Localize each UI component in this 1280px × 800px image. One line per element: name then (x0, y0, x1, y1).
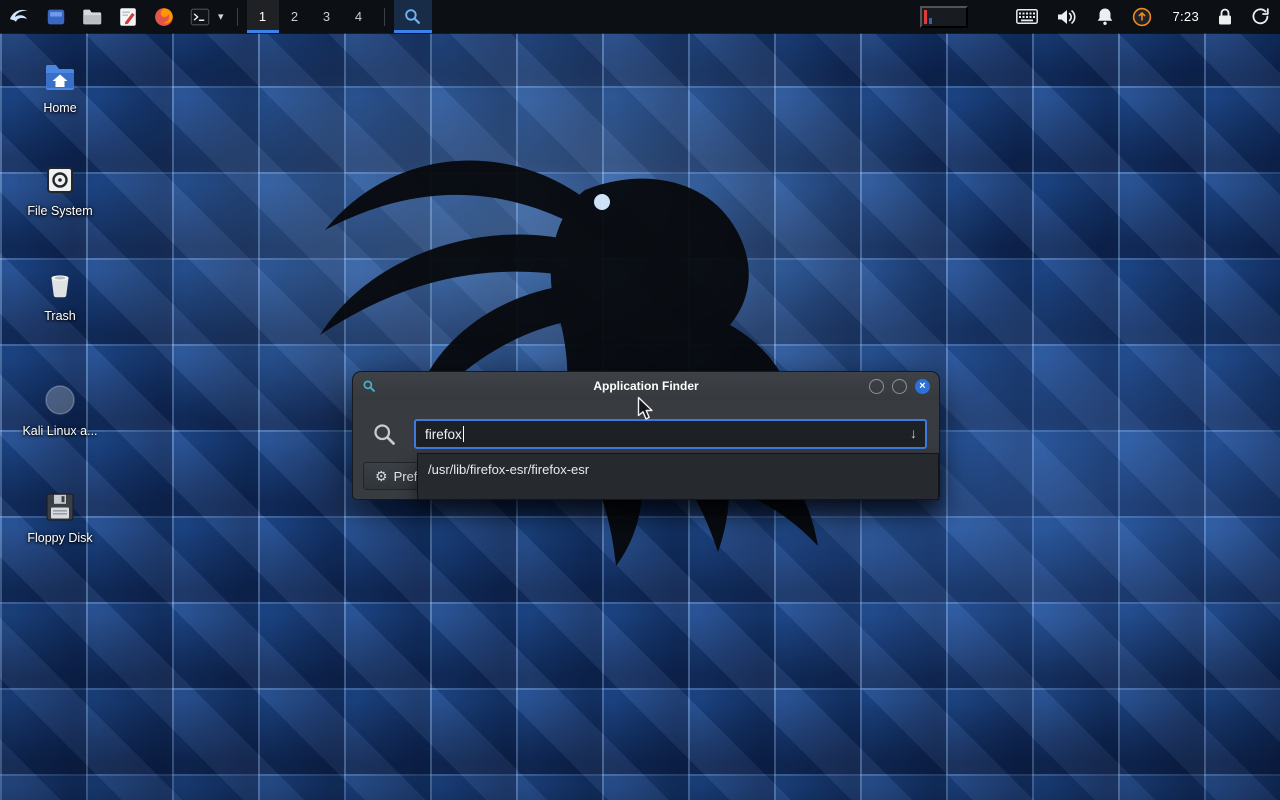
window-title: Application Finder (353, 379, 939, 393)
window-app-finder-icon (362, 379, 376, 393)
firefox-launcher[interactable] (146, 0, 182, 33)
lock-icon (1217, 7, 1233, 26)
volume-button[interactable] (1056, 8, 1078, 26)
close-button[interactable]: × (915, 379, 930, 394)
desktop-icon-label: Trash (18, 309, 102, 323)
workspace-2-button[interactable]: 2 (279, 0, 311, 33)
desktop-icon-label: Kali Linux a... (18, 424, 102, 438)
desktop-screen: ▾ 1 2 3 4 (0, 0, 1280, 800)
search-icon (371, 421, 398, 448)
lock-screen-button[interactable] (1217, 7, 1233, 26)
workspace-1-button[interactable]: 1 (247, 0, 279, 33)
folder-icon (81, 6, 103, 28)
bell-icon (1096, 7, 1114, 26)
desktop-icon-trash[interactable]: Trash (18, 268, 102, 323)
files-launcher[interactable] (74, 0, 110, 33)
text-editor-icon (117, 6, 139, 28)
desktop-icon-home[interactable]: Home (18, 60, 102, 115)
top-panel: ▾ 1 2 3 4 (0, 0, 1280, 33)
text-caret (463, 426, 465, 442)
clock[interactable]: 7:23 (1172, 9, 1199, 24)
desktop-icon-kali-installer[interactable]: Kali Linux a... (18, 383, 102, 438)
workspace-4-button[interactable]: 4 (343, 0, 375, 33)
kali-dragon-wallpaper-art (250, 80, 910, 600)
system-monitor[interactable] (920, 6, 968, 28)
net-bar (929, 18, 932, 24)
search-row: firefox ↓ (371, 419, 927, 449)
desktop-icon-label: File System (18, 204, 102, 218)
session-power-icon (1251, 7, 1270, 26)
floppy-disk-icon (43, 490, 77, 524)
desktop-icon-label: Floppy Disk (18, 531, 102, 545)
home-folder-icon (43, 60, 77, 94)
desktop-icon-label: Home (18, 101, 102, 115)
maximize-button[interactable] (892, 379, 907, 394)
applications-menu-button[interactable] (0, 0, 38, 33)
session-power-button[interactable] (1251, 7, 1270, 26)
panel-left-cluster: ▾ 1 2 3 4 (0, 0, 432, 33)
update-notifier-button[interactable] (1132, 7, 1152, 27)
file-manager-launcher[interactable] (38, 0, 74, 33)
window-controls: × (869, 379, 930, 394)
minimize-button[interactable] (869, 379, 884, 394)
suggestion-item[interactable]: /usr/lib/firefox-esr/firefox-esr (418, 454, 938, 485)
titlebar[interactable]: Application Finder × (353, 372, 939, 400)
suggestion-popup: /usr/lib/firefox-esr/firefox-esr (417, 453, 939, 500)
firefox-icon (153, 6, 175, 28)
application-finder-icon (403, 7, 422, 26)
search-query-text: firefox (425, 427, 462, 442)
application-finder-window: Application Finder × firefox ↓ ⚙ Prefere… (352, 371, 940, 500)
panel-right-cluster: 7:23 (920, 0, 1280, 33)
file-manager-icon (45, 6, 67, 28)
file-system-icon (43, 163, 77, 197)
desktop-icon-floppy-disk[interactable]: Floppy Disk (18, 490, 102, 545)
trash-icon (43, 268, 77, 302)
notifications-button[interactable] (1096, 7, 1114, 26)
desktop-icon-file-system[interactable]: File System (18, 163, 102, 218)
panel-separator (384, 8, 385, 26)
kali-menu-icon (7, 5, 31, 29)
terminal-launcher[interactable] (182, 0, 218, 33)
chevron-down-icon[interactable]: ▾ (218, 10, 228, 23)
text-editor-launcher[interactable] (110, 0, 146, 33)
kali-installer-icon (43, 383, 77, 417)
gear-icon: ⚙ (375, 468, 388, 485)
cpu-bar (924, 10, 927, 24)
keyboard-layout-button[interactable] (1016, 9, 1038, 24)
keyboard-icon (1016, 9, 1038, 24)
panel-separator (237, 8, 238, 26)
search-input[interactable]: firefox ↓ (414, 419, 927, 449)
update-notifier-icon (1132, 7, 1152, 27)
dropdown-arrow-icon[interactable]: ↓ (910, 425, 917, 441)
workspace-3-button[interactable]: 3 (311, 0, 343, 33)
volume-icon (1056, 8, 1078, 26)
terminal-icon (189, 6, 211, 28)
taskbar-application-finder[interactable] (394, 0, 432, 33)
